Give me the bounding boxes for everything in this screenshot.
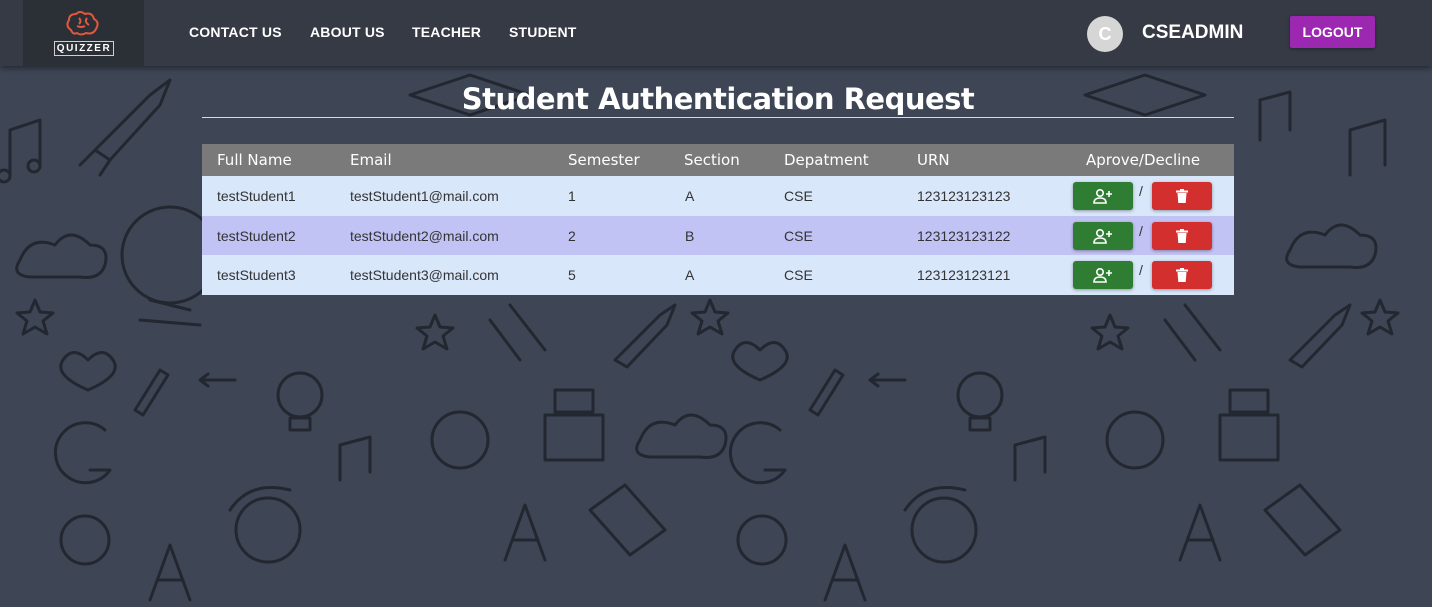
username: CSEADMIN — [1142, 22, 1244, 43]
trash-icon — [1176, 189, 1188, 203]
requests-table: Full Name Email Semester Section Depatme… — [202, 144, 1234, 295]
cell-urn: 123123123122 — [917, 227, 1011, 244]
header-email: Email — [350, 151, 392, 169]
header-approve-decline: Aprove/Decline — [1086, 151, 1201, 169]
approve-button[interactable] — [1073, 182, 1133, 210]
table-row: testStudent1 testStudent1@mail.com 1 A C… — [202, 176, 1234, 216]
approve-button[interactable] — [1073, 221, 1133, 250]
decline-button[interactable] — [1152, 182, 1212, 210]
header-full-name: Full Name — [217, 151, 292, 169]
nav-teacher[interactable]: TEACHER — [412, 24, 481, 40]
cell-department: CSE — [784, 227, 813, 244]
avatar[interactable]: C — [1087, 16, 1123, 52]
separator: / — [1139, 183, 1143, 199]
cell-full-name: testStudent3 — [217, 267, 296, 283]
logo-text: QUIZZER — [54, 41, 114, 56]
cell-semester: 5 — [568, 267, 576, 283]
top-navbar: QUIZZER CONTACT US ABOUT US TEACHER STUD… — [0, 0, 1432, 66]
cell-full-name: testStudent1 — [217, 188, 296, 204]
cell-semester: 2 — [568, 227, 576, 244]
table-row: testStudent3 testStudent3@mail.com 5 A C… — [202, 255, 1234, 295]
header-urn: URN — [917, 151, 950, 169]
logout-button[interactable]: LOGOUT — [1290, 16, 1375, 48]
cell-section: A — [685, 188, 695, 204]
title-divider — [202, 117, 1234, 118]
trash-icon — [1176, 228, 1188, 243]
table-row: testStudent2 testStudent2@mail.com 2 B C… — [202, 215, 1234, 255]
cell-full-name: testStudent2 — [217, 227, 296, 244]
cell-department: CSE — [784, 188, 813, 204]
separator: / — [1139, 222, 1143, 239]
separator: / — [1139, 262, 1143, 278]
add-user-icon — [1093, 228, 1112, 244]
cell-department: CSE — [784, 267, 813, 283]
trash-icon — [1176, 268, 1188, 282]
approve-button[interactable] — [1073, 261, 1133, 289]
nav-contact-us[interactable]: CONTACT US — [189, 24, 282, 40]
add-user-icon — [1093, 188, 1112, 204]
add-user-icon — [1093, 267, 1112, 283]
cell-urn: 123123123121 — [917, 267, 1011, 283]
cell-section: B — [685, 227, 695, 244]
cell-urn: 123123123123 — [917, 188, 1011, 204]
nav-about-us[interactable]: ABOUT US — [310, 24, 385, 40]
cell-email: testStudent2@mail.com — [350, 227, 499, 244]
header-section: Section — [684, 151, 740, 169]
header-department: Depatment — [784, 151, 869, 169]
nav-student[interactable]: STUDENT — [509, 24, 577, 40]
cell-semester: 1 — [568, 188, 576, 204]
decline-button[interactable] — [1152, 221, 1212, 250]
logo[interactable]: QUIZZER — [23, 0, 144, 66]
header-semester: Semester — [568, 151, 640, 169]
table-header: Full Name Email Semester Section Depatme… — [202, 144, 1234, 176]
page-title: Student Authentication Request — [461, 82, 975, 116]
cell-email: testStudent1@mail.com — [350, 188, 499, 204]
cell-section: A — [685, 267, 695, 283]
brain-icon — [66, 11, 99, 36]
decline-button[interactable] — [1152, 261, 1212, 289]
cell-email: testStudent3@mail.com — [350, 267, 499, 283]
